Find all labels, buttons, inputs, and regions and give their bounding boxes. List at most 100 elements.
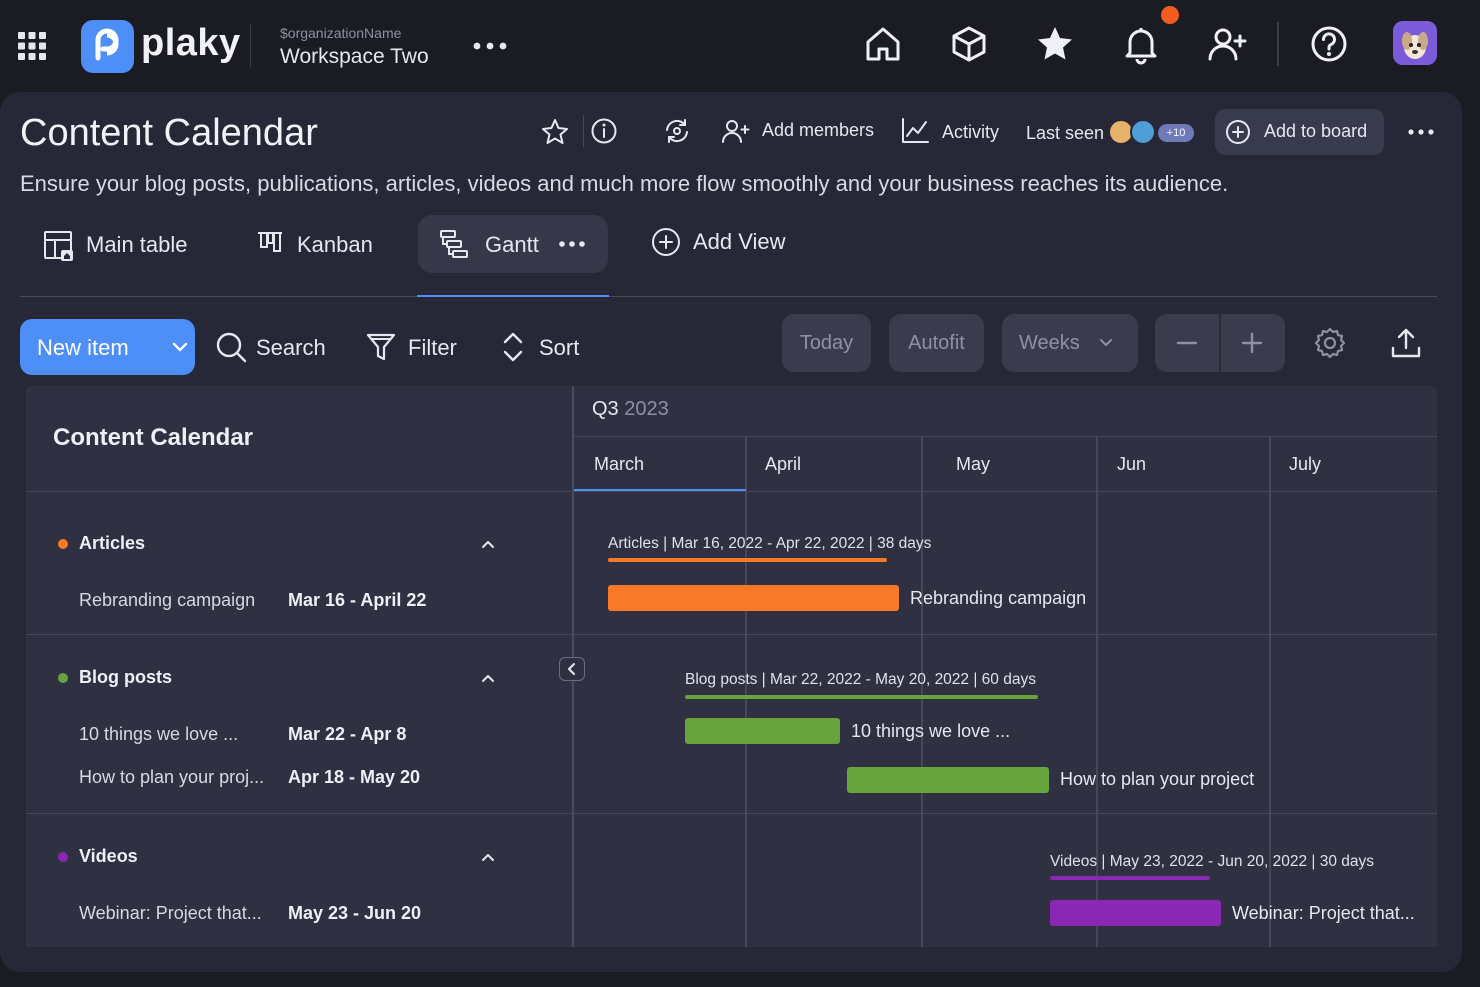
timescale-select[interactable]: Weeks: [1002, 314, 1138, 372]
add-members-icon[interactable]: [720, 116, 750, 146]
group-span-line: [1050, 876, 1210, 880]
new-item-label: New item: [37, 335, 129, 360]
gantt-bar[interactable]: [608, 585, 899, 611]
sort-icon: [503, 332, 523, 362]
chevron-up-icon[interactable]: [480, 539, 496, 549]
last-seen-label: Last seen: [1026, 123, 1105, 143]
item-name[interactable]: Rebranding campaign: [79, 590, 255, 611]
tab-kanban[interactable]: Kanban: [243, 215, 393, 273]
home-icon[interactable]: [861, 22, 905, 66]
gantt-bar[interactable]: [847, 767, 1049, 793]
chevron-down-icon: [172, 342, 188, 352]
current-month-indicator: [574, 489, 746, 491]
month-gridline: [745, 436, 747, 947]
apps-grid-icon[interactable]: [16, 30, 48, 62]
quarter-label: Q3 2023: [592, 398, 669, 420]
item-dates[interactable]: Apr 18 - May 20: [288, 767, 420, 788]
autofit-label: Autofit: [908, 332, 965, 354]
add-members-button[interactable]: Add members: [762, 120, 874, 141]
settings-gear-icon[interactable]: [1313, 326, 1347, 360]
timescale-value: Weeks: [1019, 332, 1080, 354]
activity-chart-icon[interactable]: [900, 116, 930, 146]
zoom-out-icon[interactable]: [1175, 331, 1199, 355]
add-user-icon[interactable]: [1205, 22, 1249, 66]
new-item-button[interactable]: New item: [20, 319, 195, 375]
board-description[interactable]: Ensure your blog posts, publications, ar…: [20, 171, 1228, 197]
help-icon[interactable]: [1307, 22, 1351, 66]
tabs-divider: [20, 296, 1437, 297]
item-name[interactable]: 10 things we love ...: [79, 724, 238, 745]
bar-label: Rebranding campaign: [910, 588, 1087, 608]
zoom-controls: [1155, 314, 1285, 372]
month-header: July: [1289, 454, 1322, 474]
add-view-button[interactable]: Add View: [640, 215, 810, 273]
board-more-icon[interactable]: [1405, 118, 1439, 146]
item-dates[interactable]: May 23 - Jun 20: [288, 903, 421, 924]
group-span-line: [685, 695, 1038, 699]
gantt-bar[interactable]: [1050, 900, 1221, 926]
filter-button[interactable]: Filter: [365, 330, 465, 366]
user-avatar[interactable]: [1393, 21, 1437, 65]
item-dates[interactable]: Mar 16 - April 22: [288, 590, 426, 611]
plaky-logo-icon[interactable]: [81, 20, 134, 73]
board-title[interactable]: Content Calendar: [20, 112, 318, 155]
workspace-more-icon[interactable]: [470, 30, 510, 62]
avatar: [1130, 119, 1156, 145]
box-icon[interactable]: [947, 22, 991, 66]
today-button[interactable]: Today: [782, 314, 871, 372]
tab-main-table[interactable]: Main table: [30, 215, 210, 273]
add-view-label: Add View: [693, 229, 786, 254]
bar-label: 10 things we love ...: [851, 721, 1011, 741]
top-bar: plaky $organizationName Workspace Two: [0, 0, 1480, 92]
item-name[interactable]: How to plan your proj...: [79, 767, 264, 788]
bell-icon[interactable]: [1119, 22, 1163, 66]
divider: [26, 491, 1437, 492]
favorite-star-icon[interactable]: [540, 117, 570, 147]
add-to-board-button[interactable]: Add to board: [1215, 109, 1384, 155]
activity-button[interactable]: Activity: [942, 122, 999, 143]
plus-circle-icon: [652, 228, 680, 256]
group-name-blog-posts[interactable]: Blog posts: [79, 667, 172, 688]
brand-name: plaky: [141, 22, 241, 64]
month-header: Jun: [1117, 454, 1147, 474]
group-color-dot: [58, 539, 68, 549]
zoom-in-icon[interactable]: [1240, 331, 1264, 355]
divider: [26, 813, 1437, 814]
kanban-icon: [258, 232, 282, 252]
tab-gantt[interactable]: Gantt: [418, 215, 608, 273]
divider: [1219, 314, 1221, 372]
month-header: March: [594, 454, 645, 474]
gantt-chart: Content Calendar Q3 2023 March April May…: [26, 386, 1437, 947]
tab-label: Gantt: [485, 232, 539, 257]
divider: [250, 24, 251, 68]
organization-name: $organizationName: [280, 25, 402, 41]
group-summary: Articles | Mar 16, 2022 - Apr 22, 2022 |…: [608, 535, 932, 552]
collapse-pane-button[interactable]: [559, 657, 585, 681]
sort-button[interactable]: Sort: [500, 330, 590, 366]
item-name[interactable]: Webinar: Project that...: [79, 903, 262, 924]
bar-label: How to plan your project: [1060, 769, 1255, 789]
last-seen-avatars[interactable]: +10: [1108, 119, 1198, 145]
chevron-up-icon[interactable]: [480, 852, 496, 862]
tab-label: Kanban: [297, 232, 373, 257]
sync-icon[interactable]: [662, 116, 692, 146]
today-label: Today: [799, 332, 854, 354]
item-dates[interactable]: Mar 22 - Apr 8: [288, 724, 406, 745]
autofit-button[interactable]: Autofit: [889, 314, 984, 372]
month-header: April: [765, 454, 802, 474]
workspace-name[interactable]: Workspace Two: [280, 45, 429, 69]
chevron-up-icon[interactable]: [480, 673, 496, 683]
sort-label: Sort: [539, 335, 580, 360]
export-upload-icon[interactable]: [1389, 326, 1423, 360]
star-icon[interactable]: [1033, 22, 1077, 66]
filter-label: Filter: [408, 335, 457, 360]
divider: [1277, 22, 1279, 66]
group-name-videos[interactable]: Videos: [79, 846, 138, 867]
divider: [583, 115, 584, 147]
gantt-bar[interactable]: [685, 718, 840, 744]
info-icon[interactable]: [589, 116, 619, 146]
group-summary: Videos | May 23, 2022 - Jun 20, 2022 | 3…: [1050, 853, 1375, 870]
group-name-articles[interactable]: Articles: [79, 533, 145, 554]
tab-label: Main table: [86, 232, 188, 257]
search-button[interactable]: Search: [214, 330, 334, 366]
